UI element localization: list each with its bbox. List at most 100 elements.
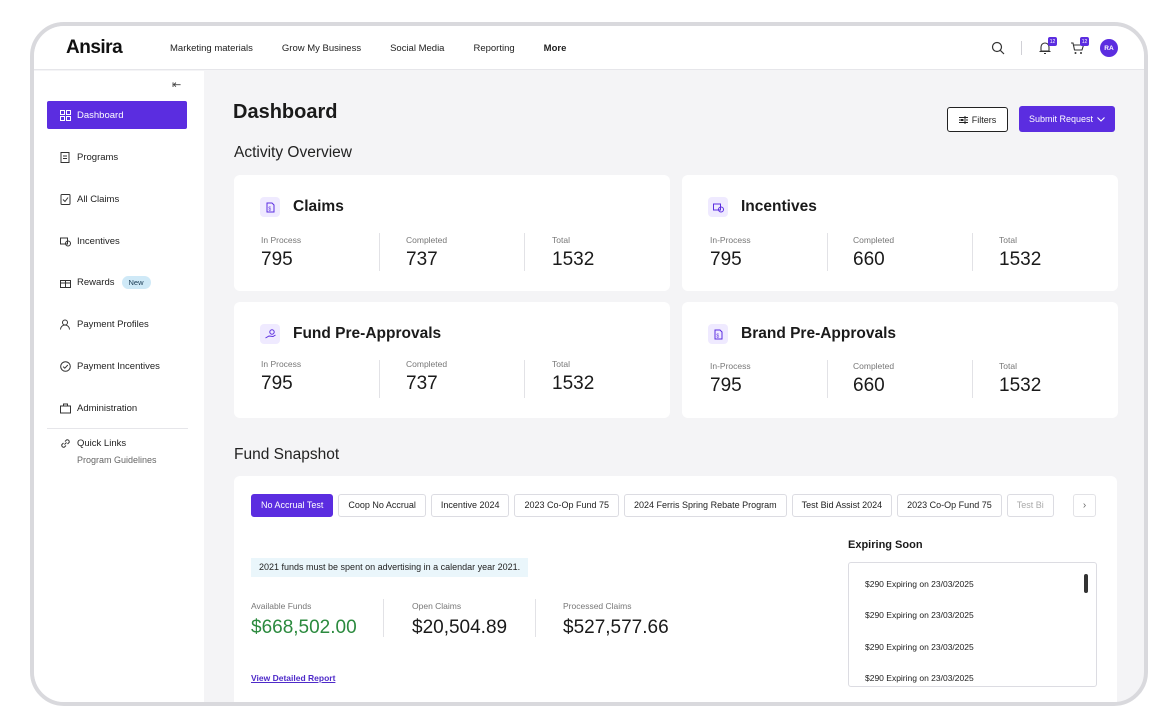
stat-label: In Process: [261, 359, 302, 369]
sidebar-item-incentives[interactable]: Incentives: [47, 227, 187, 255]
quick-link-program-guidelines[interactable]: Program Guidelines: [77, 455, 157, 465]
expiring-soon-title: Expiring Soon: [848, 539, 923, 551]
fund-tab[interactable]: 2024 Ferris Spring Rebate Program: [624, 494, 787, 517]
sidebar-item-administration[interactable]: Administration: [47, 394, 187, 422]
sidebar-item-label: Programs: [77, 151, 119, 163]
chevron-down-icon: [1097, 116, 1105, 122]
sidebar: ⇤ Dashboard Programs All Claims Incentiv…: [34, 71, 204, 702]
brand-pre-approvals-card[interactable]: $ Brand Pre-Approvals In-Process 795 Comp…: [682, 302, 1118, 418]
programs-icon: [60, 151, 70, 163]
nav-social-media[interactable]: Social Media: [390, 43, 444, 54]
view-detailed-report-link[interactable]: View Detailed Report: [251, 673, 335, 683]
badge-check-icon: [60, 360, 71, 372]
search-icon[interactable]: [989, 39, 1007, 57]
new-badge: New: [121, 275, 151, 289]
nav-grow-my-business[interactable]: Grow My Business: [282, 43, 361, 54]
sidebar-item-label: Incentives: [77, 235, 120, 247]
fund-stat-label: Available Funds: [251, 601, 312, 611]
cart-badge: 12: [1080, 37, 1089, 46]
stat-value: 795: [261, 373, 293, 394]
scrollbar[interactable]: [1084, 574, 1088, 593]
sidebar-item-programs[interactable]: Programs: [47, 143, 187, 171]
card-title: Incentives: [741, 198, 817, 215]
sidebar-item-rewards[interactable]: Rewards New: [47, 268, 187, 296]
fund-info-note: 2021 funds must be spent on advertising …: [251, 558, 529, 577]
main-content: Dashboard Filters Submit Request Activit…: [204, 71, 1144, 702]
fund-tab[interactable]: 2023 Co-Op Fund 75: [514, 494, 620, 517]
sidebar-item-payment-incentives[interactable]: Payment Incentives: [47, 352, 187, 380]
stat-label: Completed: [406, 359, 448, 369]
fund-stat-label: Processed Claims: [563, 601, 632, 611]
sidebar-item-label: Administration: [77, 402, 138, 414]
top-navigation: Ansira Marketing materials Grow My Busin…: [34, 26, 1144, 70]
fund-tab[interactable]: Test Bi: [1006, 494, 1054, 517]
stat-divider: [379, 360, 380, 398]
list-item: $290 Expiring on 23/03/2025: [865, 642, 974, 652]
sidebar-item-payment-profiles[interactable]: Payment Profiles: [47, 310, 187, 338]
stat-value: 660: [853, 249, 885, 270]
fund-tab[interactable]: Test Bid Assist 2024: [791, 494, 893, 517]
open-claims-value: $20,504.89: [412, 617, 508, 638]
stat-label: In Process: [261, 235, 302, 245]
fund-pre-approvals-card[interactable]: Fund Pre-Approvals In Process 795 Complet…: [234, 302, 670, 418]
stat-divider: [827, 233, 828, 271]
available-funds-value: $668,502.00: [251, 617, 357, 638]
nav-more[interactable]: More: [544, 43, 567, 54]
fund-tab[interactable]: Incentive 2024: [430, 494, 510, 517]
list-item: $290 Expiring on 23/03/2025: [865, 579, 974, 589]
briefcase-icon: [60, 403, 71, 413]
activity-overview-title: Activity Overview: [234, 144, 352, 161]
stat-value: 1532: [999, 375, 1042, 396]
incentives-card[interactable]: Incentives In-Process 795 Completed 660 To…: [682, 175, 1118, 291]
stat-divider: [379, 233, 380, 271]
brand-logo[interactable]: Ansira: [66, 37, 123, 59]
svg-text:$: $: [716, 333, 719, 339]
stat-divider: [524, 233, 525, 271]
stat-value: 660: [853, 375, 885, 396]
hand-coin-icon: [260, 324, 280, 344]
incentives-icon: [60, 237, 71, 246]
collapse-left-icon[interactable]: ⇤: [172, 78, 181, 91]
stat-value: 795: [710, 249, 742, 270]
sidebar-item-dashboard[interactable]: Dashboard: [47, 101, 187, 129]
stat-divider: [383, 599, 384, 637]
notifications-bell-icon[interactable]: 12: [1036, 37, 1057, 57]
app: Ansira Marketing materials Grow My Busin…: [34, 26, 1144, 702]
user-profile-icon: [60, 319, 70, 330]
stat-label: Total: [999, 235, 1017, 245]
fund-tabs: No Accrual Test Coop No Accrual Incentive …: [251, 494, 1071, 518]
filter-sliders-icon: [958, 116, 968, 123]
stat-value: 1532: [552, 249, 595, 270]
sidebar-item-all-claims[interactable]: All Claims: [47, 185, 187, 213]
sidebar-item-label: All Claims: [77, 193, 120, 205]
stat-label: In-Process: [710, 361, 751, 371]
filters-button[interactable]: Filters: [947, 107, 1008, 132]
nav-marketing-materials[interactable]: Marketing materials: [170, 43, 253, 54]
fund-tab[interactable]: No Accrual Test: [251, 494, 334, 517]
gift-icon: [60, 279, 71, 288]
claims-doc-icon: $: [260, 197, 280, 217]
stat-value: 795: [261, 249, 293, 270]
fund-tab[interactable]: Coop No Accrual: [338, 494, 426, 517]
stat-label: Total: [552, 359, 570, 369]
stat-divider: [524, 360, 525, 398]
claims-card[interactable]: $ Claims In Process 795 Completed 737 Tota…: [234, 175, 670, 291]
processed-claims-value: $527,577.66: [563, 617, 669, 638]
stat-value: 737: [406, 373, 438, 394]
quick-links-title: Quick Links: [60, 438, 157, 449]
user-avatar[interactable]: RA: [1100, 39, 1118, 57]
cart-icon[interactable]: 12: [1068, 37, 1089, 57]
stat-label: Completed: [406, 235, 448, 245]
incentives-icon: [708, 197, 728, 217]
stat-label: Total: [999, 361, 1017, 371]
nav-reporting[interactable]: Reporting: [473, 43, 514, 54]
stat-value: 737: [406, 249, 438, 270]
svg-text:$: $: [268, 206, 271, 212]
device-frame: Ansira Marketing materials Grow My Busin…: [30, 22, 1148, 706]
chevron-right-icon[interactable]: ›: [1073, 494, 1096, 517]
fund-tab[interactable]: 2023 Co-Op Fund 75: [897, 494, 1002, 517]
page-title: Dashboard: [233, 101, 338, 123]
header-actions: 12 12 RA: [989, 26, 1118, 70]
stat-label: Total: [552, 235, 570, 245]
submit-request-button[interactable]: Submit Request: [1019, 106, 1115, 132]
